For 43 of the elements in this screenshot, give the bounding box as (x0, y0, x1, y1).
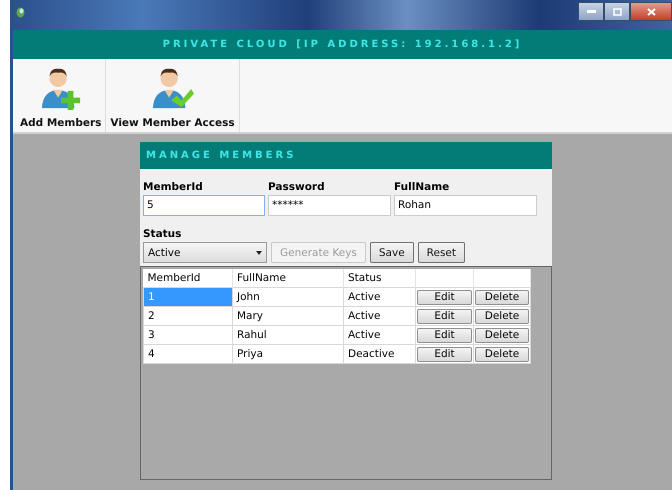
edit-button[interactable]: Edit (417, 346, 472, 362)
minimize-icon (586, 10, 596, 13)
input-field[interactable]: ****** (268, 195, 391, 216)
panel-title: MANAGE MEMBERS (146, 150, 296, 161)
delete-button[interactable]: Delete (475, 346, 529, 362)
column-header: Status (344, 269, 416, 288)
input-field[interactable]: 5 (143, 195, 265, 216)
column-header: FullName (232, 269, 344, 288)
table-cell: Active (344, 306, 416, 326)
maximize-button[interactable] (604, 2, 630, 21)
minimize-button[interactable] (578, 2, 604, 21)
view-member-access-button[interactable]: View Member Access (106, 59, 240, 132)
table-cell: Mary (232, 306, 344, 326)
maximize-icon (612, 8, 622, 16)
field-label: Password (268, 181, 326, 193)
app-title: PRIVATE CLOUD [IP ADDRESS: 192.168.1.2] (162, 39, 522, 50)
app-icon (16, 7, 25, 18)
table-cell: Deactive (344, 344, 416, 364)
table-cell: Active (344, 288, 416, 306)
table-cell: Active (344, 326, 416, 344)
table-cell: Rahul (232, 326, 344, 344)
caret-icon (256, 250, 262, 254)
close-button[interactable] (630, 2, 672, 21)
delete-button[interactable]: Delete (475, 290, 529, 304)
field-label: Status (143, 228, 182, 240)
table-cell[interactable]: 2 (144, 306, 232, 326)
delete-button[interactable]: Delete (475, 308, 529, 324)
close-icon (646, 8, 656, 16)
field-label: MemberId (143, 181, 204, 193)
status-dropdown[interactable]: Active (143, 242, 267, 263)
add-members-button[interactable]: Add Members (16, 59, 106, 132)
table-cell[interactable]: 3 (144, 326, 232, 344)
input-field[interactable]: Rohan (394, 195, 537, 216)
table-cell: Priya (232, 344, 344, 364)
edit-button[interactable]: Edit (417, 308, 472, 324)
table-cell: John (232, 288, 344, 306)
delete-button[interactable]: Delete (475, 328, 529, 342)
field-label: FullName (394, 181, 450, 193)
form-button[interactable]: Save (370, 242, 414, 263)
edit-button[interactable]: Edit (417, 328, 472, 342)
edit-button[interactable]: Edit (417, 290, 472, 304)
table-cell[interactable]: 4 (144, 344, 232, 364)
form-button[interactable]: Reset (418, 242, 466, 263)
